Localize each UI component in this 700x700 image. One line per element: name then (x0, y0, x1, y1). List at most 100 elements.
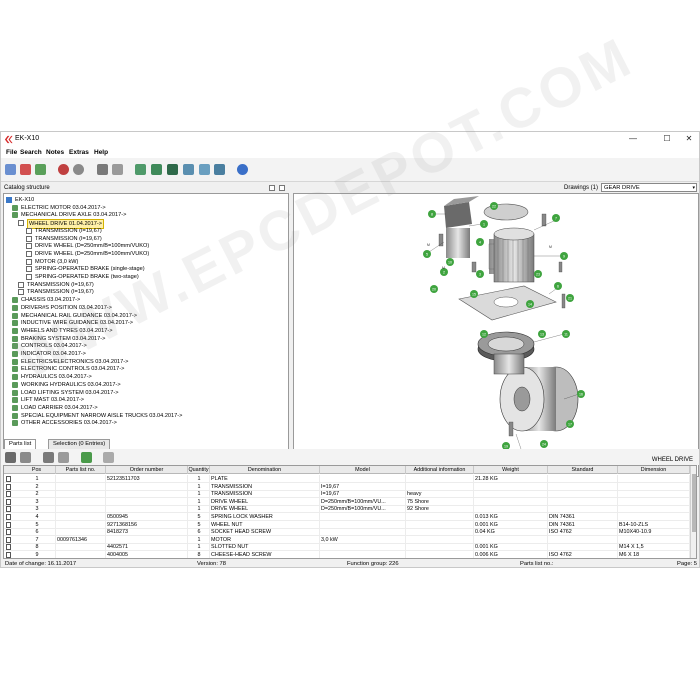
folder-icon (12, 404, 18, 411)
column-header[interactable]: Quantity (188, 466, 210, 474)
table-row[interactable]: 9 4004005 8 CHEESE-HEAD SCREW 0.006 KG ISO 47… (4, 551, 692, 558)
back-icon[interactable] (97, 164, 108, 175)
menu-search[interactable]: Search (20, 149, 42, 156)
print-icon[interactable] (103, 452, 114, 463)
list-view-icon[interactable] (20, 452, 31, 463)
help-icon[interactable] (237, 164, 248, 175)
window-title: EK-X10 (15, 135, 40, 142)
column-header[interactable]: Weight (474, 466, 548, 474)
menu-extras[interactable]: Extras (69, 149, 89, 156)
folder-icon (12, 351, 18, 357)
callout-label: 10 (448, 260, 452, 264)
document-icon (26, 258, 32, 265)
refresh-icon[interactable] (73, 164, 84, 175)
parts-list-title: WHEEL DRIVE (651, 457, 693, 463)
table-cell (320, 551, 406, 558)
collapse-all-icon[interactable] (279, 185, 285, 191)
table-scrollbar[interactable] (690, 466, 696, 558)
menu-help[interactable]: Help (94, 149, 108, 156)
callout-label: 21 (568, 296, 572, 300)
callout-label: 11 (564, 332, 568, 336)
window-icon[interactable] (183, 164, 194, 175)
row-checkbox[interactable] (6, 491, 11, 498)
callout-label: 12 (482, 332, 486, 336)
callout-label: 22 (492, 204, 496, 208)
image-icon[interactable] (135, 164, 146, 175)
minimize-button[interactable]: — (623, 133, 643, 145)
row-checkbox[interactable] (6, 521, 11, 528)
maximize-button[interactable]: ☐ (657, 133, 677, 145)
split-view-icon[interactable] (199, 164, 210, 175)
column-header[interactable]: Dimension (618, 466, 690, 474)
parts-table[interactable]: Pos Parts list no. Order number Quantity Den… (3, 465, 697, 559)
tab-selection-label: Selection (0 Entries) (53, 441, 106, 447)
folder-icon (12, 397, 18, 404)
row-checkbox[interactable] (6, 529, 11, 536)
menu-file[interactable]: File (6, 149, 17, 156)
callout-label: 23 (536, 272, 540, 276)
column-header[interactable]: Denomination (210, 466, 320, 474)
print-drawing-icon[interactable] (167, 164, 178, 175)
column-header[interactable]: Model (320, 466, 406, 474)
menu-notes[interactable]: Notes (46, 149, 64, 156)
table-cell (56, 551, 106, 558)
tree-item-label: OTHER ACCESSORIES 03.04.2017-> (21, 420, 117, 427)
expand-all-icon[interactable] (269, 185, 275, 191)
row-checkbox[interactable] (6, 536, 11, 543)
open-icon[interactable] (20, 164, 31, 175)
new-icon[interactable] (5, 164, 16, 175)
column-header[interactable]: Pos (18, 466, 56, 474)
image-zoom-icon[interactable] (151, 164, 162, 175)
main-toolbar (1, 158, 699, 182)
folder-icon (12, 374, 18, 381)
callout-label: 17 (568, 422, 572, 426)
row-checkbox[interactable] (6, 476, 11, 482)
chevron-down-icon: ▾ (692, 185, 695, 191)
drawing-select[interactable]: GEAR DRIVE ▾ (601, 183, 697, 192)
table-cell: CHEESE-HEAD SCREW (210, 551, 320, 558)
document-icon (26, 250, 32, 257)
row-checkbox[interactable] (6, 506, 11, 513)
tab-selection[interactable]: Selection (0 Entries) (48, 439, 111, 449)
save-icon[interactable] (35, 164, 46, 175)
row-checkbox[interactable] (6, 514, 11, 520)
document-icon (18, 281, 24, 288)
row-checkbox[interactable] (6, 498, 11, 505)
callout-label: 16 (579, 392, 583, 396)
close-button[interactable]: ✕ (679, 133, 699, 145)
column-header[interactable]: Order number (106, 466, 188, 474)
drawing-panel[interactable]: 851472396101112131415161718192021222324 … (293, 193, 699, 477)
forward-icon[interactable] (112, 164, 123, 175)
catalog-structure-label: Catalog structure (4, 185, 50, 191)
folder-icon (12, 381, 18, 388)
copy-icon[interactable] (58, 452, 69, 463)
column-header[interactable]: Parts list no. (56, 466, 106, 474)
callout-label: 3 (479, 272, 481, 276)
fullscreen-icon[interactable] (214, 164, 225, 175)
add-to-cart-icon[interactable] (81, 452, 92, 463)
stop-icon[interactable] (58, 164, 69, 175)
scrollbar-thumb[interactable] (692, 474, 696, 532)
row-checkbox[interactable] (6, 552, 11, 558)
filter-icon[interactable] (43, 452, 54, 463)
tab-parts-list-label: Parts list (9, 441, 32, 447)
svg-text:M: M (549, 245, 552, 249)
grid-view-icon[interactable] (5, 452, 16, 463)
folder-icon (12, 420, 18, 427)
document-icon (26, 274, 32, 280)
status-bar: Date of change: 16.11.2017 Version: 78 F… (1, 559, 699, 567)
row-checkbox[interactable] (6, 544, 11, 551)
tab-parts-list[interactable]: Parts list (4, 439, 37, 449)
application-window: EK-X10 — ☐ ✕ File Search Notes Extras He… (0, 131, 700, 568)
column-header[interactable]: Standard (548, 466, 618, 474)
column-header[interactable]: Additional information (406, 466, 474, 474)
catalog-tree[interactable]: EK-X10 ELECTRIC MOTOR 03.04.2017-> MECHANI… (3, 193, 289, 477)
callout-label: 9 (563, 254, 565, 258)
folder-icon (12, 304, 18, 311)
table-cell: 9 (18, 551, 56, 558)
callout-label: 7 (555, 216, 557, 220)
callout-label: 15 (472, 292, 476, 296)
document-icon (26, 227, 32, 234)
gear-drive-drawing: 851472396101112131415161718192021222324 … (423, 196, 585, 465)
row-checkbox[interactable] (6, 483, 11, 490)
